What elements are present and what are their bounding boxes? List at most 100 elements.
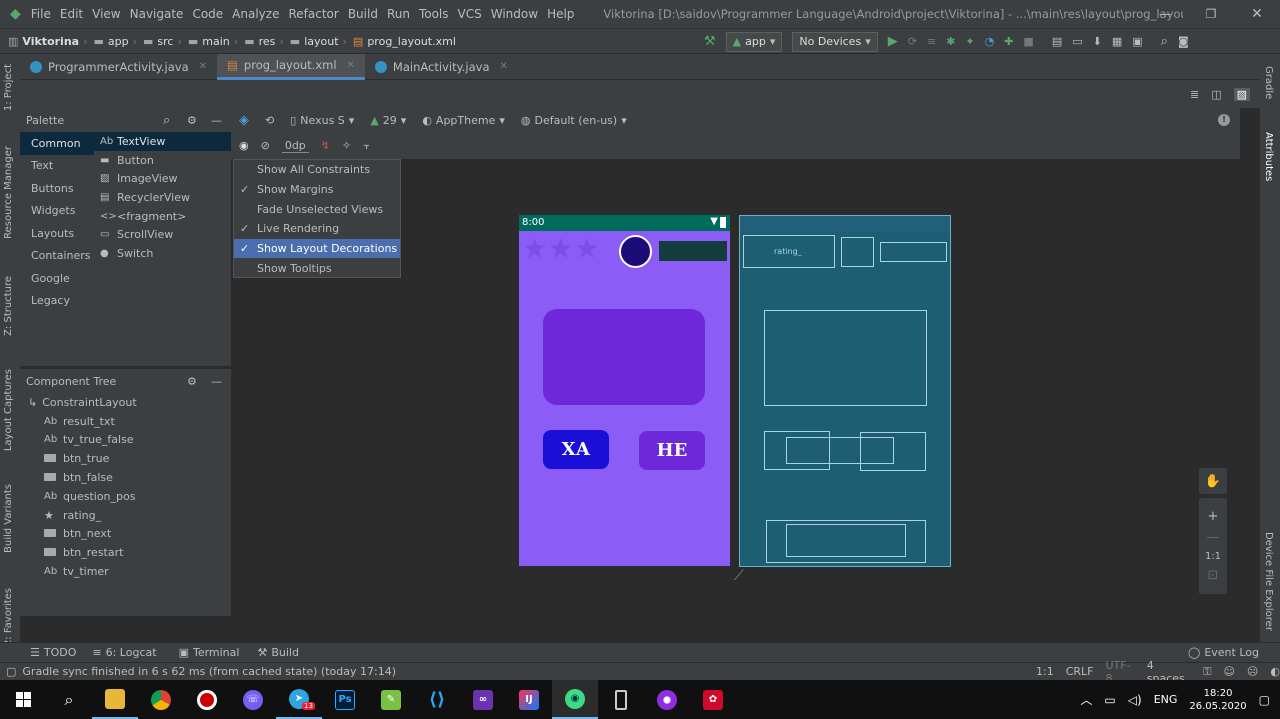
sync-icon[interactable]: ▤ [1052, 35, 1062, 48]
minimize-panel-icon[interactable]: — [211, 114, 222, 127]
close-tab-icon[interactable]: ✕ [199, 61, 207, 72]
tool-structure[interactable]: Z: Structure [3, 276, 14, 336]
hammer-icon[interactable]: ⚒ [704, 34, 716, 49]
palette-category-common[interactable]: Common [20, 132, 94, 155]
tool-resource-manager[interactable]: Resource Manager [3, 146, 14, 239]
taskbar-intellij[interactable]: IJ [506, 680, 552, 719]
minimize-icon[interactable]: — [1142, 7, 1188, 21]
taskbar-visual-studio[interactable]: ∞ [460, 680, 506, 719]
palette-item[interactable]: ▬ Button [94, 151, 231, 170]
palette-category-legacy[interactable]: Legacy [20, 290, 94, 313]
menu-help[interactable]: Help [547, 7, 574, 21]
palette-item[interactable]: Ab TextView [94, 132, 231, 151]
gear-icon[interactable]: ⚙ [187, 375, 197, 388]
menu-analyze[interactable]: Analyze [232, 7, 279, 21]
taskbar-media[interactable] [644, 680, 690, 719]
taskbar-huawei[interactable]: ✿ [690, 680, 736, 719]
start-button[interactable] [0, 680, 46, 719]
menu-tools[interactable]: Tools [419, 7, 449, 21]
device-select[interactable]: No Devices ▾ [792, 31, 878, 52]
sdk-manager-icon[interactable]: ⬇ [1093, 35, 1102, 48]
warning-icon[interactable]: ! [1218, 114, 1230, 126]
tree-node[interactable]: btn_restart [20, 543, 231, 562]
clear-constraints-icon[interactable]: ↯ [321, 139, 330, 152]
module-select[interactable]: ▲ app ▾ [725, 31, 783, 52]
palette-category-text[interactable]: Text [20, 155, 94, 178]
menu-refactor[interactable]: Refactor [288, 7, 338, 21]
tool-project[interactable]: 1: Project [3, 64, 14, 111]
taskbar-opera[interactable] [184, 680, 230, 719]
breadcrumb-item[interactable]: ▬ src › [143, 35, 182, 48]
sad-icon[interactable]: ☹ [1247, 665, 1258, 678]
notifications-icon[interactable]: ▢ [1259, 693, 1270, 707]
taskbar-android-studio[interactable]: ◉ [552, 680, 598, 719]
run-icon[interactable]: ▶ [888, 34, 898, 49]
orientation-icon[interactable]: ⟲ [265, 114, 274, 127]
menu-edit[interactable]: Edit [60, 7, 83, 21]
menu-run[interactable]: Run [387, 7, 410, 21]
tool-device-file-explorer[interactable]: Device File Explorer [1263, 532, 1274, 631]
view-option[interactable]: Show Tooltips [234, 258, 400, 278]
breadcrumb-item[interactable]: ▥ Viktorina › [8, 35, 87, 48]
search-icon[interactable]: ⌕ [1161, 34, 1168, 49]
breadcrumb-item[interactable]: ▬ layout › [290, 35, 347, 48]
tree-node[interactable]: btn_false [20, 468, 231, 487]
close-tab-icon[interactable]: ✕ [500, 61, 508, 72]
taskbar-notepad[interactable]: ✎ [368, 680, 414, 719]
palette-category-layouts[interactable]: Layouts [20, 222, 94, 245]
tool-layout-captures[interactable]: Layout Captures [3, 369, 14, 451]
profile-icon[interactable]: ◔ [985, 35, 995, 48]
menu-vcs[interactable]: VCS [458, 7, 482, 21]
menu-build[interactable]: Build [348, 7, 378, 21]
tool-attributes[interactable]: Attributes [1263, 132, 1274, 181]
tree-node[interactable]: btn_true [20, 449, 231, 468]
design-view-icon[interactable]: ▨ [1233, 87, 1251, 101]
caret-position[interactable]: 1:1 [1036, 665, 1054, 678]
network-icon[interactable]: ▭ [1104, 693, 1115, 707]
tool-build[interactable]: ⚒ Build [257, 646, 299, 659]
tool-todo[interactable]: ☰ TODO [30, 646, 76, 659]
project-structure-icon[interactable]: ▣ [1132, 35, 1142, 48]
taskbar-emulator[interactable] [598, 680, 644, 719]
view-option[interactable]: Show All Constraints [234, 160, 400, 180]
smiley-icon[interactable]: ☺ [1223, 665, 1234, 678]
taskbar-search[interactable]: ⌕ [46, 680, 92, 719]
taskbar-vscode[interactable]: ⟨⟩ [414, 680, 460, 719]
zoom-fit-button[interactable]: 1:1 [1205, 551, 1221, 562]
zoom-in-icon[interactable]: + [1208, 509, 1219, 524]
debug-icon[interactable]: ✱ [946, 35, 955, 48]
tool-build-variants[interactable]: Build Variants [3, 484, 14, 553]
stop-icon[interactable]: ■ [1023, 35, 1033, 48]
close-tab-icon[interactable]: ✕ [347, 60, 355, 71]
menu-code[interactable]: Code [192, 7, 223, 21]
palette-item[interactable]: <> <fragment> [94, 207, 231, 226]
breadcrumb-item[interactable]: ▬ main › [188, 35, 238, 48]
phone-preview[interactable]: 8:00 ▼ ★★★ ХА НЕ [519, 215, 730, 566]
tab-prog_layout-xml[interactable]: ▤ prog_layout.xml ✕ [217, 53, 365, 80]
api-picker[interactable]: ▲ 29 ▾ [370, 114, 406, 127]
view-option[interactable]: Fade Unselected Views [234, 199, 400, 219]
infer-constraints-icon[interactable]: ✧ [342, 139, 351, 152]
tree-node[interactable]: Ab question_pos [20, 487, 231, 506]
line-separator[interactable]: CRLF [1066, 665, 1094, 678]
palette-category-google[interactable]: Google [20, 267, 94, 290]
btn-false[interactable]: НЕ [639, 431, 705, 470]
resize-handle-icon[interactable]: ⟋ [734, 568, 744, 584]
tree-node[interactable]: btn_next [20, 525, 231, 544]
clock[interactable]: 18:20 26.05.2020 [1189, 687, 1246, 713]
attach-debugger-icon[interactable]: ✚ [1004, 35, 1013, 48]
minimize-panel-icon[interactable]: — [211, 375, 222, 388]
view-option[interactable]: ✓ Show Layout Decorations [234, 238, 400, 259]
tool-logcat[interactable]: ≡ 6: Logcat [92, 646, 156, 659]
palette-item[interactable]: ▤ RecyclerView [94, 188, 231, 207]
tree-node[interactable]: Ab tv_timer [20, 562, 231, 581]
taskbar-telegram[interactable]: ➤ 13 [276, 680, 322, 719]
close-icon[interactable]: ✕ [1234, 6, 1280, 22]
language-indicator[interactable]: ENG [1154, 693, 1178, 706]
palette-item[interactable]: ● Switch [94, 244, 231, 263]
taskbar-viber[interactable]: ☏ [230, 680, 276, 719]
blueprint-preview[interactable]: rating_ [739, 215, 951, 567]
taskbar-chrome[interactable] [138, 680, 184, 719]
default-margin-field[interactable]: 0dp [281, 139, 309, 153]
volume-icon[interactable]: ◁) [1128, 693, 1142, 707]
